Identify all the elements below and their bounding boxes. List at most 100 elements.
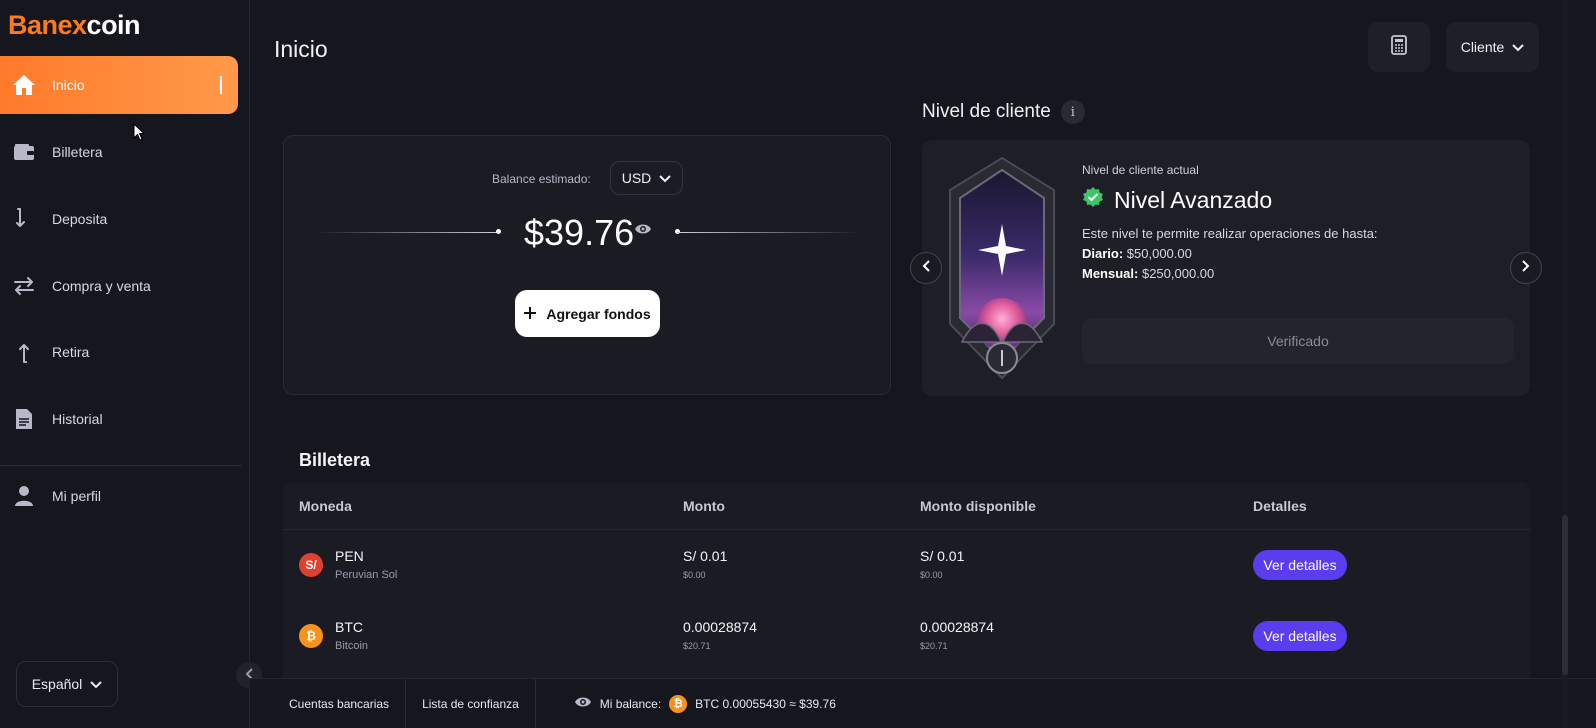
sidebar-item-billetera[interactable]: Billetera <box>0 123 238 181</box>
monthly-limit-value: $250,000.00 <box>1141 266 1215 281</box>
verified-status-button: Verificado <box>1082 318 1514 364</box>
calculator-button[interactable] <box>1368 22 1430 72</box>
level-subtitle: Nivel de cliente actual <box>1082 163 1199 177</box>
client-level-heading: Nivel de cliente i <box>922 100 1085 124</box>
client-menu-button[interactable]: Cliente <box>1446 22 1539 72</box>
sidebar-item-label: Mi perfil <box>52 488 102 504</box>
sidebar-item-label: Compra y venta <box>52 278 151 294</box>
available-amount: S/ 0.01 <box>920 548 965 564</box>
level-description: Este nivel te permite realizar operacion… <box>1082 226 1378 241</box>
sidebar-item-label: Deposita <box>52 211 108 227</box>
amount: S/ 0.01 <box>683 548 728 564</box>
eye-icon[interactable] <box>574 696 592 711</box>
decorative-line <box>677 232 861 233</box>
eye-icon[interactable] <box>634 222 652 240</box>
column-header-monto-disponible: Monto disponible <box>920 498 1036 514</box>
coin-name: Bitcoin <box>335 640 369 652</box>
bitcoin-coin-icon: ₿ <box>299 624 323 648</box>
sidebar-item-mi-perfil[interactable]: Mi perfil <box>0 467 238 525</box>
info-icon[interactable]: i <box>1060 100 1085 124</box>
view-details-button[interactable]: Ver detalles <box>1253 621 1347 651</box>
balance-amount: $39.76 <box>524 212 635 253</box>
verified-check-icon <box>1082 186 1104 214</box>
balance-label: Balance estimado: <box>492 172 591 186</box>
view-details-button[interactable]: Ver detalles <box>1253 550 1347 580</box>
available-amount-usd: $0.00 <box>920 570 943 580</box>
chevron-right-icon <box>1522 259 1530 277</box>
currency-value: USD <box>621 170 652 186</box>
page-title: Inicio <box>274 36 328 62</box>
scrollbar-thumb[interactable] <box>1562 515 1568 675</box>
logo-text-coin: coin <box>86 10 141 40</box>
daily-limit: Diario: $50,000.00 <box>1082 246 1192 261</box>
bank-accounts-link[interactable]: Cuentas bancarias <box>250 678 407 728</box>
level-next-button[interactable] <box>1510 252 1542 284</box>
table-row: S/ PEN Peruvian Sol S/ 0.01 $0.00 S/ 0.0… <box>283 530 1531 600</box>
table-row: ₿ BTC Bitcoin 0.00028874 $20.71 0.000288… <box>283 600 1531 670</box>
bitcoin-icon: ₿ <box>669 694 688 713</box>
available-amount: 0.00028874 <box>920 619 994 635</box>
add-funds-button[interactable]: Agregar fondos <box>515 290 660 337</box>
my-balance-label: Mi balance: <box>599 696 662 711</box>
level-badge-image <box>936 154 1068 387</box>
sidebar-item-compra-venta[interactable]: Compra y venta <box>0 257 238 315</box>
column-header-detalles: Detalles <box>1253 498 1307 514</box>
client-level-title: Nivel de cliente <box>922 101 1051 122</box>
my-balance-value: BTC 0.00055430 ≈ $39.76 <box>695 696 836 711</box>
sidebar-item-label: Billetera <box>52 144 103 160</box>
decorative-dot <box>496 229 501 234</box>
deposit-arrow-icon <box>12 207 36 231</box>
home-icon <box>12 73 36 97</box>
amount-usd: $20.71 <box>683 641 711 651</box>
plus-icon <box>524 306 537 322</box>
trust-list-link[interactable]: Lista de confianza <box>406 678 536 728</box>
coin-code: PEN <box>335 548 364 564</box>
daily-limit-value: $50,000.00 <box>1126 246 1192 261</box>
wallet-section-title: Billetera <box>299 450 371 470</box>
withdraw-arrow-icon <box>12 340 36 364</box>
level-prev-button[interactable] <box>910 252 942 284</box>
add-funds-label: Agregar fondos <box>546 305 651 322</box>
wallet-table: Moneda Monto Monto disponible Detalles S… <box>283 482 1531 678</box>
banexcoin-logo[interactable]: Banexcoin <box>8 10 141 41</box>
mouse-cursor-icon <box>133 122 146 146</box>
daily-limit-label: Diario: <box>1082 246 1124 261</box>
sol-coin-icon: S/ <box>299 553 323 577</box>
chevron-down-icon <box>1512 39 1525 55</box>
sidebar-item-retira[interactable]: Retira <box>0 323 238 381</box>
available-amount-usd: $20.71 <box>920 641 948 651</box>
monthly-limit-label: Mensual: <box>1082 266 1139 281</box>
currency-select[interactable]: USD <box>610 161 683 195</box>
monthly-limit: Mensual: $250,000.00 <box>1082 266 1214 281</box>
user-icon <box>12 484 36 508</box>
decorative-line <box>316 232 498 233</box>
bottom-status-bar: Cuentas bancarias Lista de confianza Mi … <box>250 678 1596 728</box>
document-icon <box>12 407 36 431</box>
level-name: Nivel Avanzado <box>1082 186 1272 214</box>
coin-name: Peruvian Sol <box>335 569 398 581</box>
language-label: Español <box>31 676 83 692</box>
level-name-text: Nivel Avanzado <box>1114 186 1273 213</box>
sidebar-divider <box>0 465 242 466</box>
sidebar: Banexcoin Inicio Billetera Deposita Comp… <box>0 0 250 728</box>
sidebar-item-inicio[interactable]: Inicio <box>0 56 238 114</box>
coin-code: BTC <box>335 619 363 635</box>
sidebar-item-deposita[interactable]: Deposita <box>0 190 238 248</box>
chevron-left-icon <box>922 259 930 277</box>
balance-card: Balance estimado: USD $39.76 Agregar fon… <box>283 135 891 395</box>
sidebar-item-historial[interactable]: Historial <box>0 390 238 448</box>
sidebar-item-label: Retira <box>52 344 90 360</box>
logo-text-brand: Banex <box>8 10 87 40</box>
calculator-icon <box>1391 34 1407 60</box>
language-select[interactable]: Español <box>16 661 118 707</box>
exchange-icon <box>12 274 36 298</box>
wallet-icon <box>12 140 36 164</box>
sidebar-item-label: Historial <box>52 411 103 427</box>
amount-usd: $0.00 <box>683 570 706 580</box>
column-header-moneda: Moneda <box>299 498 352 514</box>
chevron-down-icon <box>90 676 103 692</box>
sidebar-item-label: Inicio <box>52 77 85 93</box>
client-menu-label: Cliente <box>1460 39 1505 55</box>
active-indicator <box>220 76 222 94</box>
my-balance: Mi balance: ₿ BTC 0.00055430 ≈ $39.76 <box>536 694 836 713</box>
